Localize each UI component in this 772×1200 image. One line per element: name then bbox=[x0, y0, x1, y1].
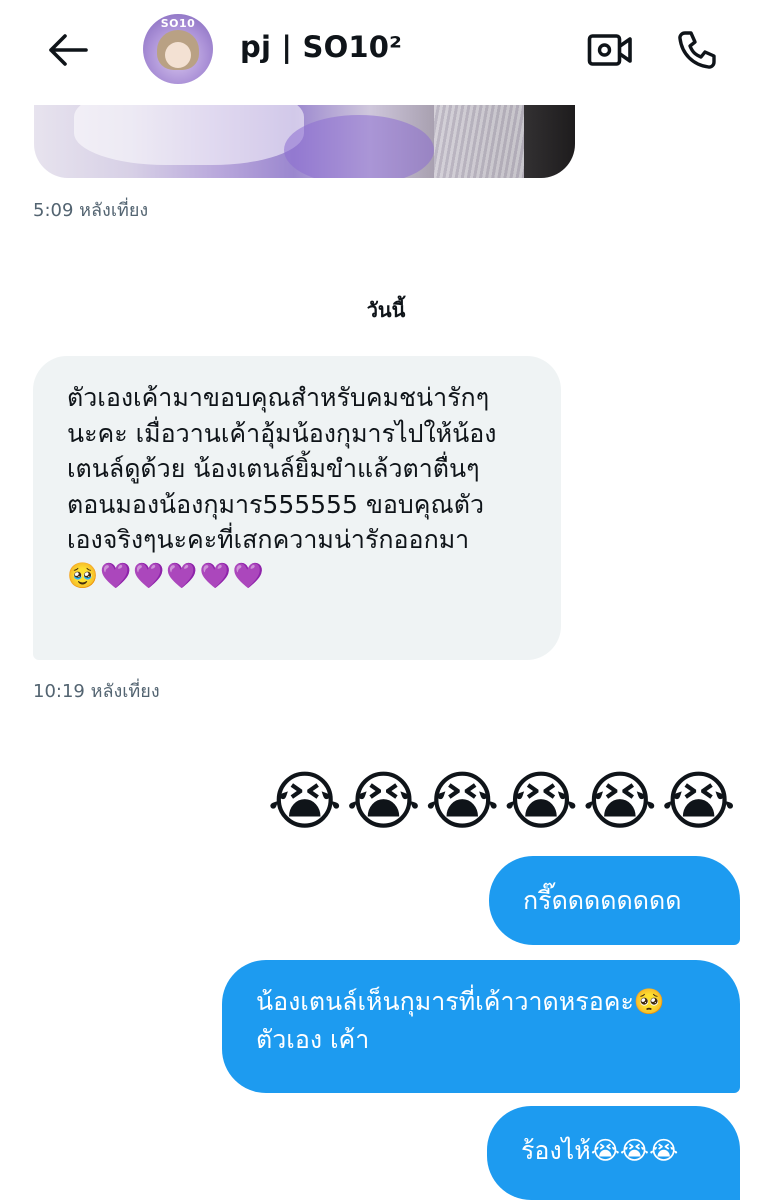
sent-message[interactable]: ร้องไห้😭😭😭 bbox=[487, 1106, 740, 1200]
sent-message[interactable]: กรี๊ดดดดดดดด bbox=[489, 856, 740, 945]
received-message-emoji: 🥹💜💜💜💜💜 bbox=[67, 560, 266, 590]
day-divider: วันนี้ bbox=[366, 298, 406, 322]
phone-icon bbox=[678, 31, 716, 69]
back-button[interactable] bbox=[42, 28, 94, 72]
received-message[interactable]: ตัวเองเค้ามาขอบคุณสำหรับคมชน่ารักๆ นะคะ … bbox=[33, 356, 561, 660]
conversation-title[interactable]: pj | SO10² bbox=[240, 30, 402, 64]
sent-emoji-message[interactable]: 😭😭😭😭😭😭 bbox=[267, 762, 740, 842]
chat-header: SO10 pj | SO10² bbox=[0, 0, 772, 105]
sent-message[interactable]: น้องเตนล์เห็นกุมารที่เค้าวาดหรอคะ🥺 ตัวเอ… bbox=[222, 960, 740, 1093]
voice-call-button[interactable] bbox=[671, 26, 723, 74]
message-timestamp: 5:09 หลังเที่ยง bbox=[33, 200, 149, 221]
video-call-button[interactable] bbox=[584, 26, 636, 74]
arrow-left-icon bbox=[49, 34, 88, 66]
message-timestamp: 10:19 หลังเที่ยง bbox=[33, 681, 160, 702]
avatar-tag: SO10 bbox=[160, 17, 196, 30]
received-message-text: ตัวเองเค้ามาขอบคุณสำหรับคมชน่ารักๆ นะคะ … bbox=[67, 383, 497, 554]
avatar[interactable]: SO10 bbox=[143, 14, 213, 84]
image-message[interactable] bbox=[34, 105, 575, 178]
video-camera-icon bbox=[587, 34, 632, 66]
